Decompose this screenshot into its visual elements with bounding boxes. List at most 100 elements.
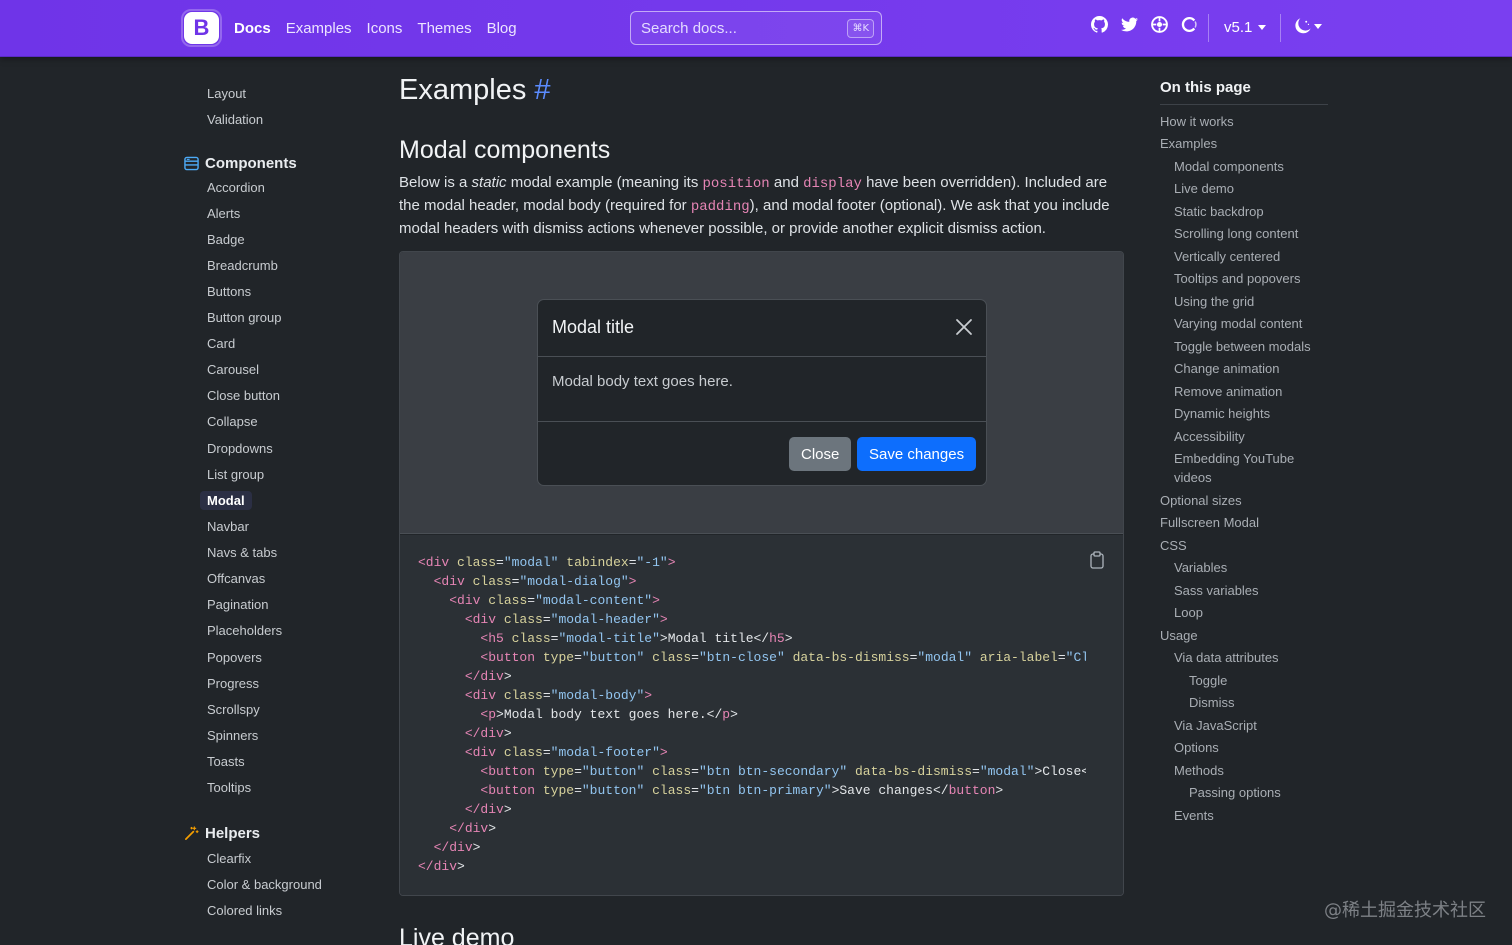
sidebar-item-colored-links[interactable]: Colored links	[207, 903, 282, 918]
toc-item[interactable]: Change animation	[1174, 361, 1280, 376]
sidebar-item[interactable]: Button group	[207, 310, 281, 325]
sidebar-item[interactable]: Offcanvas	[207, 571, 265, 586]
toc-item[interactable]: How it works	[1160, 114, 1234, 129]
slack-icon[interactable]	[1150, 15, 1168, 33]
sidebar-item[interactable]: Toasts	[207, 754, 245, 769]
twitter-icon[interactable]	[1120, 15, 1138, 33]
sidebar-item-layout[interactable]: Layout	[207, 86, 246, 101]
toc-item[interactable]: Modal components	[1174, 159, 1284, 174]
sidebar-item[interactable]: List group	[207, 467, 264, 482]
sidebar-item[interactable]: Accordion	[207, 180, 265, 195]
sidebar-group-helpers[interactable]: Helpers	[184, 825, 260, 842]
sidebar-item[interactable]: Navbar	[207, 519, 249, 534]
toc-item[interactable]: Loop	[1174, 605, 1203, 620]
toc-divider	[1160, 104, 1328, 105]
toc-item[interactable]: Accessibility	[1174, 429, 1245, 444]
sidebar-item[interactable]: Carousel	[207, 362, 259, 377]
nav-link-themes[interactable]: Themes	[417, 20, 471, 37]
toc-item[interactable]: Optional sizes	[1160, 493, 1242, 508]
sidebar-item[interactable]: Collapse	[207, 414, 258, 429]
toc-item[interactable]: Options	[1174, 740, 1219, 755]
sidebar-item[interactable]: Spinners	[207, 728, 258, 743]
clipboard-icon[interactable]	[1089, 551, 1105, 569]
sidebar-item[interactable]: Card	[207, 336, 235, 351]
docs-sidebar: Layout Validation Components Accordion Al…	[0, 58, 380, 945]
code-line: <div class="modal-header">	[464, 612, 668, 627]
toc-item[interactable]: Scrolling long content	[1174, 226, 1298, 241]
toc-item[interactable]: Toggle	[1189, 673, 1227, 688]
search-box[interactable]: ⌘K	[630, 11, 882, 45]
toc-item[interactable]: Usage	[1160, 628, 1198, 643]
bootstrap-logo-icon[interactable]: B	[181, 9, 222, 47]
code-line: <div class="modal-dialog">	[433, 574, 637, 589]
code-line: <div class="modal" tabindex="-1">	[418, 555, 676, 570]
nav-link-blog[interactable]: Blog	[487, 20, 517, 37]
chevron-down-icon	[1258, 25, 1267, 30]
close-icon[interactable]	[954, 317, 974, 337]
modal-header: Modal title	[538, 300, 986, 357]
sidebar-item[interactable]: Tooltips	[207, 780, 251, 795]
sidebar-item[interactable]: Popovers	[207, 650, 262, 665]
modal-dialog: Modal title Modal body text goes here. C…	[537, 299, 987, 486]
toc-item[interactable]: Varying modal content	[1174, 316, 1302, 331]
toc-item[interactable]: Events	[1174, 808, 1214, 823]
toc-item[interactable]: Sass variables	[1174, 583, 1259, 598]
top-navbar: B Docs Examples Icons Themes Blog ⌘K v5.…	[0, 0, 1512, 57]
sidebar-item[interactable]: Alerts	[207, 206, 240, 221]
toc-item[interactable]: Variables	[1174, 560, 1227, 575]
anchor-link[interactable]: #	[534, 74, 550, 106]
opencollective-icon[interactable]	[1180, 15, 1198, 33]
code-snippet: <div class="modal" tabindex="-1"> <div c…	[400, 535, 1123, 895]
toc-item[interactable]: Using the grid	[1174, 294, 1254, 309]
example-box: Modal title Modal body text goes here. C…	[399, 251, 1124, 896]
toc-item[interactable]: Examples	[1160, 136, 1217, 151]
sidebar-item[interactable]: Breadcrumb	[207, 258, 278, 273]
sidebar-item[interactable]: Dropdowns	[207, 441, 273, 456]
sidebar-item[interactable]: Progress	[207, 676, 259, 691]
toc-item[interactable]: Live demo	[1174, 181, 1234, 196]
toc-item[interactable]: Dynamic heights	[1174, 406, 1270, 421]
toc-item[interactable]: Via data attributes	[1174, 650, 1279, 665]
sidebar-item-clearfix[interactable]: Clearfix	[207, 851, 251, 866]
version-dropdown[interactable]: v5.1	[1224, 19, 1267, 36]
sidebar-item[interactable]: Close button	[207, 388, 280, 403]
toc-item[interactable]: Toggle between modals	[1174, 339, 1311, 354]
github-icon[interactable]	[1090, 15, 1108, 33]
toc-item[interactable]: CSS	[1160, 538, 1187, 553]
search-input[interactable]	[641, 19, 841, 37]
sidebar-item[interactable]: Modal	[200, 491, 252, 510]
toc-item[interactable]: Passing options	[1189, 785, 1281, 800]
theme-toggle[interactable]	[1294, 18, 1322, 35]
toc-item[interactable]: videos	[1174, 470, 1212, 485]
toc-item[interactable]: Via JavaScript	[1174, 718, 1257, 733]
code-line: <div class="modal-footer">	[464, 745, 668, 760]
sidebar-item-validation[interactable]: Validation	[207, 112, 263, 127]
sidebar-item[interactable]: Placeholders	[207, 623, 282, 638]
close-button[interactable]: Close	[789, 437, 852, 471]
toc-item[interactable]: Embedding YouTube	[1174, 451, 1294, 466]
sidebar-item-color-background[interactable]: Color & background	[207, 877, 322, 892]
nav-link-docs[interactable]: Docs	[234, 20, 271, 37]
nav-link-icons[interactable]: Icons	[367, 20, 403, 37]
magic-wand-icon	[184, 826, 199, 841]
toc-item[interactable]: Dismiss	[1189, 695, 1235, 710]
code-line: </div>	[449, 821, 497, 836]
sidebar-group-components[interactable]: Components	[184, 155, 297, 172]
toc-item[interactable]: Static backdrop	[1174, 204, 1264, 219]
code-line: </div>	[464, 802, 512, 817]
sidebar-item[interactable]: Buttons	[207, 284, 251, 299]
toc-item[interactable]: Remove animation	[1174, 384, 1282, 399]
toc-item[interactable]: Fullscreen Modal	[1160, 515, 1259, 530]
toc-item[interactable]: Methods	[1174, 763, 1224, 778]
toc-item[interactable]: Tooltips and popovers	[1174, 271, 1300, 286]
sidebar-item[interactable]: Pagination	[207, 597, 268, 612]
toc-item[interactable]: Vertically centered	[1174, 249, 1280, 264]
search-shortcut: ⌘K	[847, 19, 874, 38]
save-changes-button[interactable]: Save changes	[857, 437, 977, 471]
code-line: </div>	[464, 669, 512, 684]
code-line: <button type="button" class="btn btn-pri…	[480, 783, 1004, 798]
sidebar-item[interactable]: Navs & tabs	[207, 545, 277, 560]
sidebar-item[interactable]: Badge	[207, 232, 245, 247]
sidebar-item[interactable]: Scrollspy	[207, 702, 260, 717]
nav-link-examples[interactable]: Examples	[286, 20, 352, 37]
